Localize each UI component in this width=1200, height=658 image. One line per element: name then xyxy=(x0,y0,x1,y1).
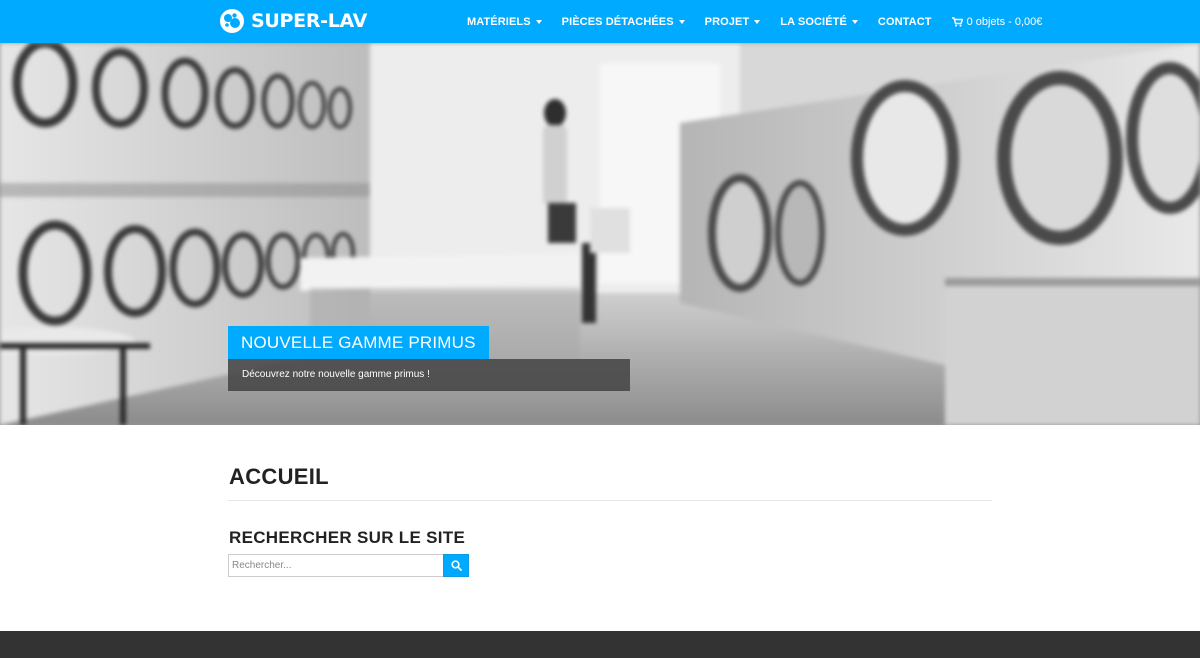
site-footer xyxy=(0,631,1200,658)
nav-item-label: CONTACT xyxy=(877,15,932,28)
page-title: ACCUEIL xyxy=(229,464,329,489)
cart-summary: 0 objets - 0,00€ xyxy=(966,15,1043,28)
cart-link[interactable]: 0 objets - 0,00€ xyxy=(951,0,1043,43)
header-navbar: SUPER-LAV MATÉRIELS PIÈCES DÉTACHÉES PRO… xyxy=(0,0,1200,43)
divider xyxy=(228,500,992,501)
nav-item-label: LA SOCIÉTÉ xyxy=(780,15,847,28)
main-nav: MATÉRIELS PIÈCES DÉTACHÉES PROJET LA SOC… xyxy=(467,0,1042,43)
hero-slider[interactable]: NOUVELLE GAMME PRIMUS Découvrez notre no… xyxy=(0,43,1200,425)
nav-item-label: MATÉRIELS xyxy=(467,15,531,28)
shopping-cart-icon xyxy=(951,16,963,27)
search-button[interactable] xyxy=(443,554,469,577)
search-input[interactable] xyxy=(228,554,443,577)
caret-down-icon xyxy=(678,20,685,24)
search-icon xyxy=(450,560,462,571)
caret-down-icon xyxy=(535,20,542,24)
nav-item-contact[interactable]: CONTACT xyxy=(878,0,932,43)
brand-name: SUPER-LAV xyxy=(251,10,368,32)
nav-item-pieces-detachees[interactable]: PIÈCES DÉTACHÉES xyxy=(562,0,685,43)
slide-title[interactable]: NOUVELLE GAMME PRIMUS xyxy=(228,326,489,359)
search-widget-title: RECHERCHER SUR LE SITE xyxy=(229,528,466,547)
nav-item-label: PROJET xyxy=(704,15,750,28)
bubbles-logo-icon xyxy=(220,9,244,33)
caret-down-icon xyxy=(851,20,858,24)
nav-item-la-societe[interactable]: LA SOCIÉTÉ xyxy=(780,0,858,43)
nav-item-materiels[interactable]: MATÉRIELS xyxy=(467,0,542,43)
nav-item-projet[interactable]: PROJET xyxy=(705,0,761,43)
site-logo[interactable]: SUPER-LAV xyxy=(219,7,367,35)
slide-caption: Découvrez notre nouvelle gamme primus ! xyxy=(228,359,630,391)
nav-item-label: PIÈCES DÉTACHÉES xyxy=(561,15,674,28)
caret-down-icon xyxy=(754,20,761,24)
